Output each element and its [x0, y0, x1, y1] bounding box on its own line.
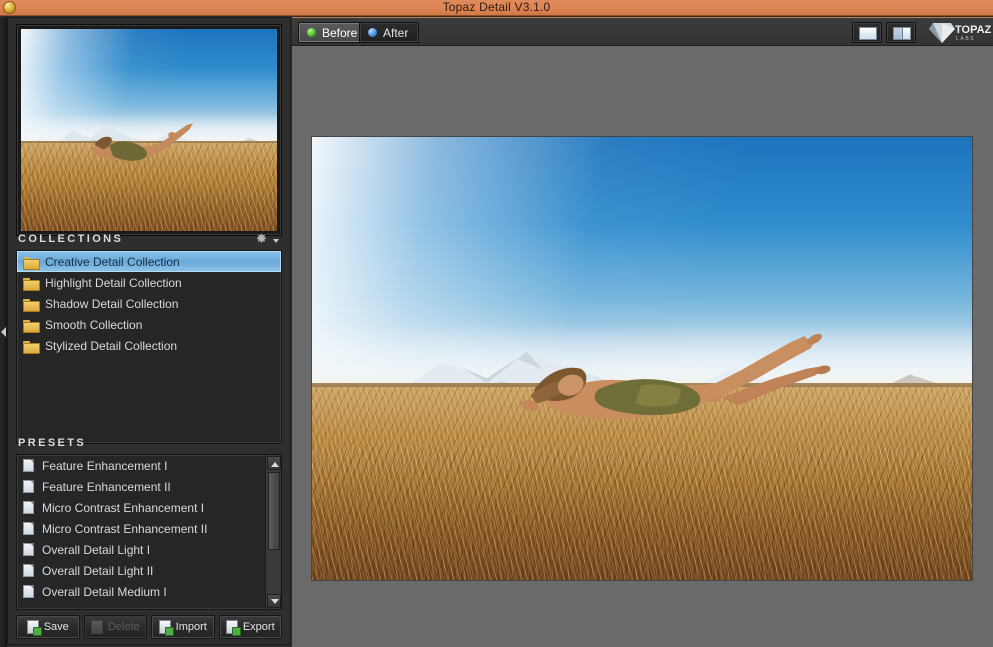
folder-icon: [23, 340, 40, 354]
chevron-down-icon[interactable]: [273, 239, 279, 243]
tab-bar: Before After TOPAZ LABS: [292, 18, 993, 46]
collection-item[interactable]: Shadow Detail Collection: [17, 293, 281, 314]
export-button[interactable]: Export: [218, 615, 282, 639]
preset-item[interactable]: Micro Contrast Enhancement I: [17, 497, 267, 518]
preset-item[interactable]: Micro Contrast Enhancement II: [17, 518, 267, 539]
document-icon: [23, 585, 34, 598]
tab-after[interactable]: After: [359, 22, 420, 43]
svg-text:TOPAZ: TOPAZ: [955, 24, 991, 36]
document-icon: [23, 501, 34, 514]
collection-item[interactable]: Smooth Collection: [17, 314, 281, 335]
collection-label: Highlight Detail Collection: [45, 275, 182, 290]
scrollbar-thumb[interactable]: [268, 472, 280, 550]
folder-icon: [23, 319, 40, 333]
arrow-down-icon: [271, 599, 279, 604]
preset-label: Feature Enhancement II: [42, 479, 171, 494]
delete-icon: [90, 620, 103, 634]
import-label: Import: [175, 621, 207, 633]
preset-label: Micro Contrast Enhancement II: [42, 521, 208, 536]
preset-label: Overall Detail Medium I: [42, 584, 167, 599]
split-view-button[interactable]: [886, 22, 916, 43]
preset-item[interactable]: Overall Detail Light II: [17, 560, 267, 581]
split-pane-icon: [893, 27, 911, 40]
tab-before-label: Before: [322, 25, 358, 40]
main-area: Before After TOPAZ LABS: [292, 17, 993, 647]
export-icon: [225, 620, 241, 636]
delete-button[interactable]: Delete: [83, 615, 147, 639]
save-button[interactable]: Save: [16, 615, 80, 639]
preset-label: Feature Enhancement I: [42, 458, 168, 473]
presets-header: PRESETS: [18, 437, 87, 449]
collections-header: COLLECTIONS: [18, 233, 124, 245]
collapse-panel-arrow-icon[interactable]: [1, 327, 6, 337]
arrow-up-icon: [271, 462, 279, 467]
collection-label: Creative Detail Collection: [45, 254, 180, 269]
presets-list[interactable]: Feature Enhancement I Feature Enhancemen…: [16, 454, 282, 610]
import-button[interactable]: Import: [151, 615, 215, 639]
document-icon: [23, 459, 34, 472]
folder-icon: [23, 256, 40, 270]
collection-item[interactable]: Stylized Detail Collection: [17, 335, 281, 356]
svg-text:LABS: LABS: [956, 36, 975, 42]
document-icon: [23, 564, 34, 577]
preset-label: Overall Detail Light II: [42, 563, 154, 578]
preset-item[interactable]: Feature Enhancement I: [17, 455, 267, 476]
preset-actions-toolbar: Save Delete Import Export: [16, 615, 282, 639]
document-icon: [23, 543, 34, 556]
collection-label: Shadow Detail Collection: [45, 296, 179, 311]
left-panel: COLLECTIONS Creative Detail Collection H…: [7, 17, 291, 645]
topaz-logo: TOPAZ LABS: [929, 23, 991, 43]
single-pane-icon: [859, 27, 877, 40]
gear-icon[interactable]: [256, 233, 267, 244]
export-label: Export: [242, 621, 275, 633]
save-label: Save: [43, 621, 69, 633]
status-dot-green-icon: [307, 28, 316, 37]
folder-icon: [23, 277, 40, 291]
preset-label: Micro Contrast Enhancement I: [42, 500, 205, 515]
image-canvas[interactable]: [292, 46, 993, 647]
tab-after-label: After: [383, 25, 409, 40]
main-preview-image[interactable]: [312, 137, 972, 580]
window-title: Topaz Detail V3.1.0: [442, 0, 551, 14]
folder-icon: [23, 298, 40, 312]
preset-label: Overall Detail Light I: [42, 542, 151, 557]
scroll-down-button[interactable]: [267, 594, 281, 608]
image-thumbnail[interactable]: [21, 29, 277, 231]
scroll-up-button[interactable]: [267, 456, 281, 470]
collection-label: Stylized Detail Collection: [45, 338, 178, 353]
title-bar: Topaz Detail V3.1.0: [0, 0, 993, 16]
panel-edge-strip: [0, 17, 7, 647]
collection-item[interactable]: Highlight Detail Collection: [17, 272, 281, 293]
save-icon: [26, 620, 42, 636]
preset-item[interactable]: Feature Enhancement II: [17, 476, 267, 497]
document-icon: [23, 480, 34, 493]
status-dot-blue-icon: [368, 28, 377, 37]
document-icon: [23, 522, 34, 535]
preset-item[interactable]: Overall Detail Light I: [17, 539, 267, 560]
collection-label: Smooth Collection: [45, 317, 143, 332]
delete-label: Delete: [107, 621, 140, 633]
collection-item[interactable]: Creative Detail Collection: [17, 251, 281, 272]
single-view-button[interactable]: [852, 22, 882, 43]
thumbnail-frame[interactable]: [16, 24, 282, 236]
collections-list[interactable]: Creative Detail Collection Highlight Det…: [16, 250, 282, 444]
import-icon: [158, 620, 174, 636]
presets-scrollbar[interactable]: [265, 455, 281, 609]
application-window: Topaz Detail V3.1.0 COLLECTIONS Creative…: [0, 0, 993, 647]
tab-before[interactable]: Before: [298, 22, 369, 43]
preset-item[interactable]: Overall Detail Medium I: [17, 581, 267, 602]
